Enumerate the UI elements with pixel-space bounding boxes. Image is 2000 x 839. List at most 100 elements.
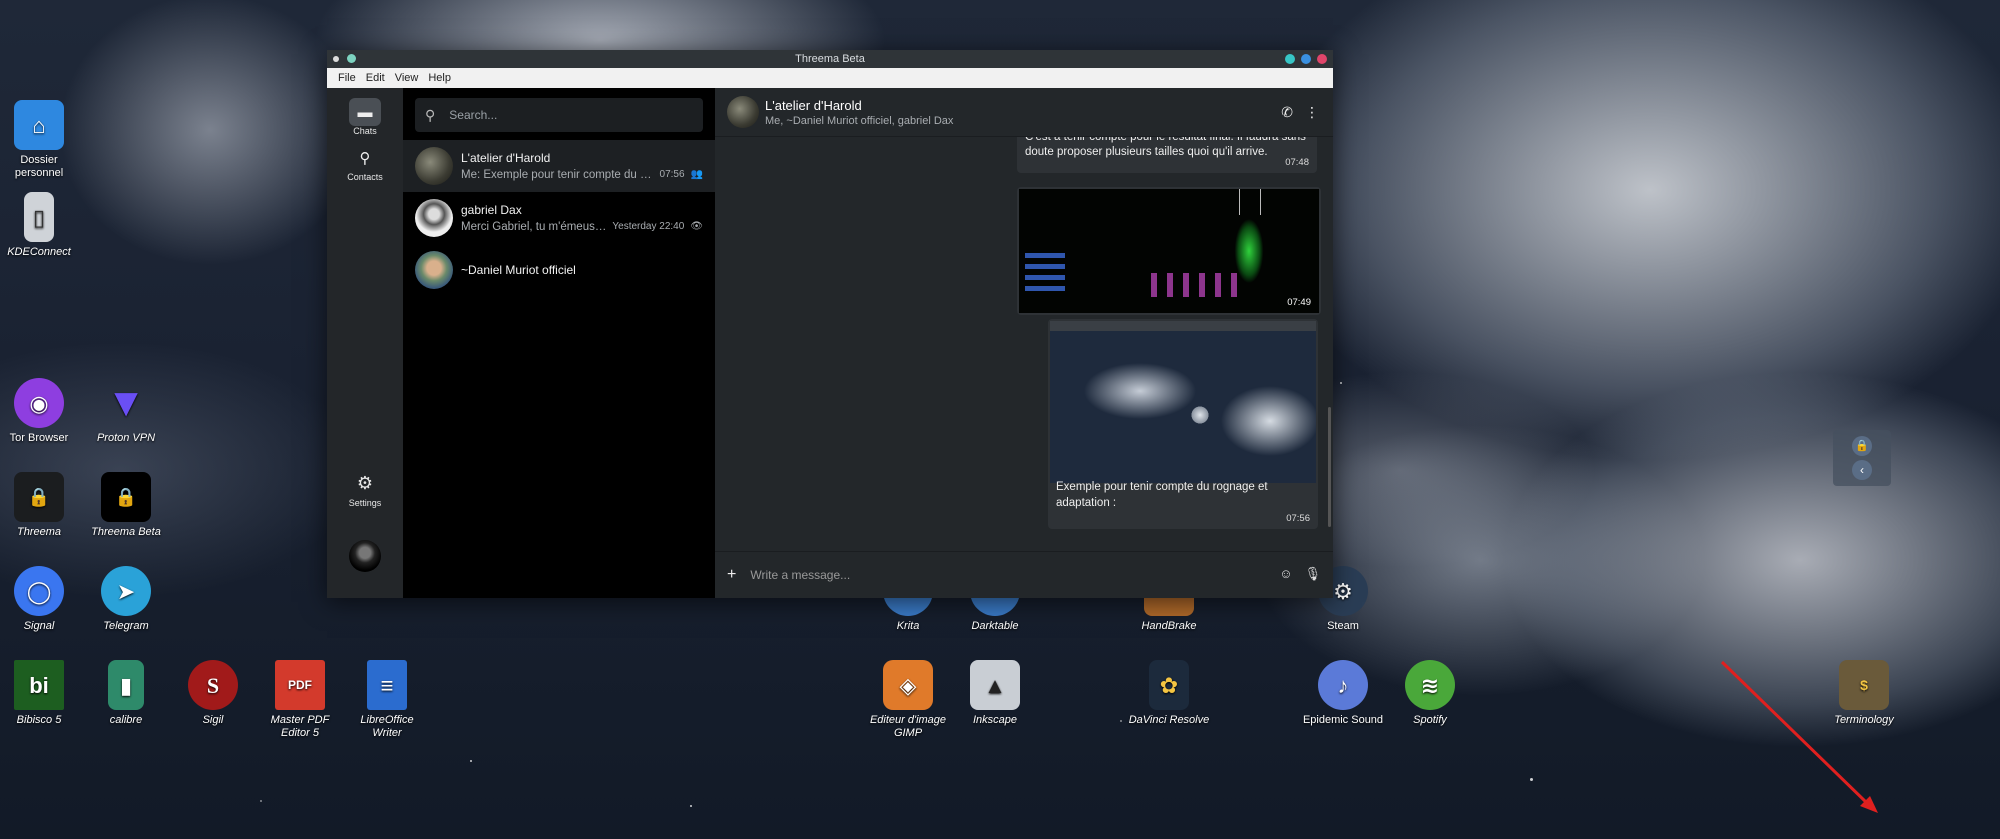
desktop-icon-terminology[interactable]: $ Terminology (1822, 660, 1906, 727)
window-title: Threema Beta (795, 53, 865, 65)
nav-settings[interactable]: ⚙ Settings (327, 473, 403, 508)
desktop-icon-gimp[interactable]: ◈ Editeur d'image GIMP (866, 660, 950, 740)
desktop-icon-inkscape[interactable]: ▲ Inkscape (953, 660, 1037, 727)
person-icon: ⚲ (359, 150, 371, 167)
music-note-icon: ♪ (1318, 660, 1368, 710)
nav-chats[interactable]: ▬ Chats (349, 98, 381, 136)
sigil-icon: S (188, 660, 238, 710)
attach-icon[interactable]: + (727, 566, 736, 584)
search-input[interactable]: ⚲ Search... (415, 98, 703, 132)
nav-contacts-label: Contacts (347, 172, 383, 182)
signal-icon: ◯ (14, 566, 64, 616)
chat-members: Me, ~Daniel Muriot officiel, gabriel Dax (765, 114, 954, 127)
navigation-rail: ▬ Chats ⚲ Contacts ⚙ Settings (327, 88, 403, 598)
chat-header[interactable]: L'atelier d'Harold Me, ~Daniel Muriot of… (715, 88, 1333, 137)
pdf-icon: PDF (275, 660, 325, 710)
nav-settings-label: Settings (348, 498, 382, 508)
desktop-icon-kdeconnect[interactable]: ▯ KDEConnect (0, 192, 81, 259)
threema-beta-icon: 🔒 (101, 472, 151, 522)
davinci-icon: ✿ (1149, 660, 1189, 710)
lock-icon[interactable]: 🔒 (1852, 436, 1872, 456)
nav-chats-label: Chats (353, 126, 377, 136)
conversation-name: ~Daniel Muriot officiel (461, 263, 576, 277)
avatar (727, 96, 759, 128)
writer-icon: ≡ (367, 660, 407, 710)
profile-avatar[interactable] (349, 540, 381, 572)
back-arrow-icon[interactable]: ‹ (1852, 460, 1872, 480)
avatar (415, 251, 453, 289)
conversation-preview: Me: Exemple pour tenir compte du ro... (461, 169, 654, 181)
conversation-item[interactable]: ~Daniel Muriot officiel (403, 244, 715, 296)
threema-icon: 🔒 (14, 472, 64, 522)
message-time: 07:56 (1286, 513, 1310, 524)
desktop-icon-epidemic-sound[interactable]: ♪ Epidemic Sound (1301, 660, 1385, 727)
desktop-icon-calibre[interactable]: ▮ calibre (84, 660, 168, 727)
conversation-item[interactable]: L'atelier d'Harold Me: Exemple pour teni… (403, 140, 715, 192)
minimize-button[interactable] (1285, 54, 1295, 64)
desktop-icon-sigil[interactable]: S Sigil (171, 660, 255, 727)
conversation-list: ⚲ Search... L'atelier d'Harold Me: Exemp… (403, 88, 715, 598)
message-text: C'est à tenir compte pour le résultat fi… (1025, 137, 1306, 158)
pin-icon[interactable] (347, 54, 356, 63)
desktop-icon-signal[interactable]: ◯ Signal (0, 566, 81, 633)
nav-contacts[interactable]: ⚲ Contacts (347, 144, 383, 182)
menu-bar: File Edit View Help (327, 68, 1333, 88)
conversation-item[interactable]: gabriel Dax Merci Gabriel, tu m'émeus c.… (403, 192, 715, 244)
desktop-icon-tor-browser[interactable]: ◉ Tor Browser (0, 378, 81, 445)
close-button[interactable] (1317, 54, 1327, 64)
telegram-icon: ➤ (101, 566, 151, 616)
menu-help[interactable]: Help (423, 72, 456, 84)
desktop-icon-telegram[interactable]: ➤ Telegram (84, 566, 168, 633)
folder-icon: ⌂ (14, 100, 64, 150)
microphone-icon[interactable]: 🎙 (1304, 566, 1321, 582)
gear-icon: ⚙ (356, 473, 374, 493)
conversation-time: 07:56 (659, 169, 685, 180)
phone-icon: ▯ (24, 192, 54, 242)
message-text: Exemple pour tenir compte du rognage et … (1056, 481, 1268, 509)
conversation-preview: Merci Gabriel, tu m'émeus c... (461, 221, 607, 233)
desktop-icon-spotify[interactable]: ≋ Spotify (1388, 660, 1472, 727)
message-composer[interactable]: + Write a message... ☺ 🎙 (715, 551, 1333, 598)
avatar (415, 147, 453, 185)
chat-title: L'atelier d'Harold (765, 97, 862, 113)
tor-icon: ◉ (14, 378, 64, 428)
eye-icon: 👁 (690, 221, 703, 232)
desktop-icon-master-pdf[interactable]: PDF Master PDF Editor 5 (258, 660, 342, 740)
bibisco-icon: bi (14, 660, 64, 710)
message-bubble[interactable]: C'est à tenir compte pour le résultat fi… (1017, 137, 1317, 173)
more-options-icon[interactable]: ⋮ (1305, 104, 1319, 121)
desktop-icon-libreoffice-writer[interactable]: ≡ LibreOffice Writer (345, 660, 429, 740)
window-titlebar[interactable]: Threema Beta (327, 50, 1333, 68)
chat-bubble-icon: ▬ (349, 98, 381, 126)
menu-view[interactable]: View (390, 72, 424, 84)
desktop-icon-threema[interactable]: 🔒 Threema (0, 472, 81, 539)
search-icon: ⚲ (425, 106, 436, 123)
screenshot-thumbnail (1050, 321, 1316, 483)
message-time: 07:48 (1285, 157, 1309, 168)
desktop-icon-threema-beta[interactable]: 🔒 Threema Beta (84, 472, 168, 539)
gimp-icon: ◈ (883, 660, 933, 710)
avatar (415, 199, 453, 237)
emoji-icon[interactable]: ☺ (1279, 566, 1292, 582)
desktop-icon-bibisco[interactable]: bi Bibisco 5 (0, 660, 81, 727)
proton-vpn-icon: ▼ (106, 380, 146, 425)
chat-scrollbar[interactable] (1328, 407, 1331, 527)
maximize-button[interactable] (1301, 54, 1311, 64)
desktop-icon-proton-vpn[interactable]: ▼ Proton VPN (84, 378, 168, 445)
call-icon[interactable]: ✆ (1281, 104, 1293, 121)
image-message-with-caption[interactable]: Exemple pour tenir compte du rognage et … (1048, 319, 1318, 529)
window-menu-icon[interactable] (333, 56, 339, 62)
search-placeholder: Search... (449, 108, 498, 122)
conversation-name: gabriel Dax (461, 203, 522, 217)
message-time: 07:49 (1287, 297, 1311, 308)
chat-panel: L'atelier d'Harold Me, ~Daniel Muriot of… (715, 88, 1333, 598)
desktop-icon-davinci-resolve[interactable]: ✿ DaVinci Resolve (1127, 660, 1211, 727)
group-icon: 👥 (690, 169, 703, 180)
conversation-name: L'atelier d'Harold (461, 151, 551, 165)
menu-edit[interactable]: Edit (361, 72, 390, 84)
desktop-icon-home-folder[interactable]: ⌂ Dossier personnel (0, 100, 81, 180)
spotify-icon: ≋ (1405, 660, 1455, 710)
menu-file[interactable]: File (333, 72, 361, 84)
image-message[interactable]: 07:49 (1017, 187, 1321, 315)
message-input[interactable]: Write a message... (750, 568, 850, 582)
